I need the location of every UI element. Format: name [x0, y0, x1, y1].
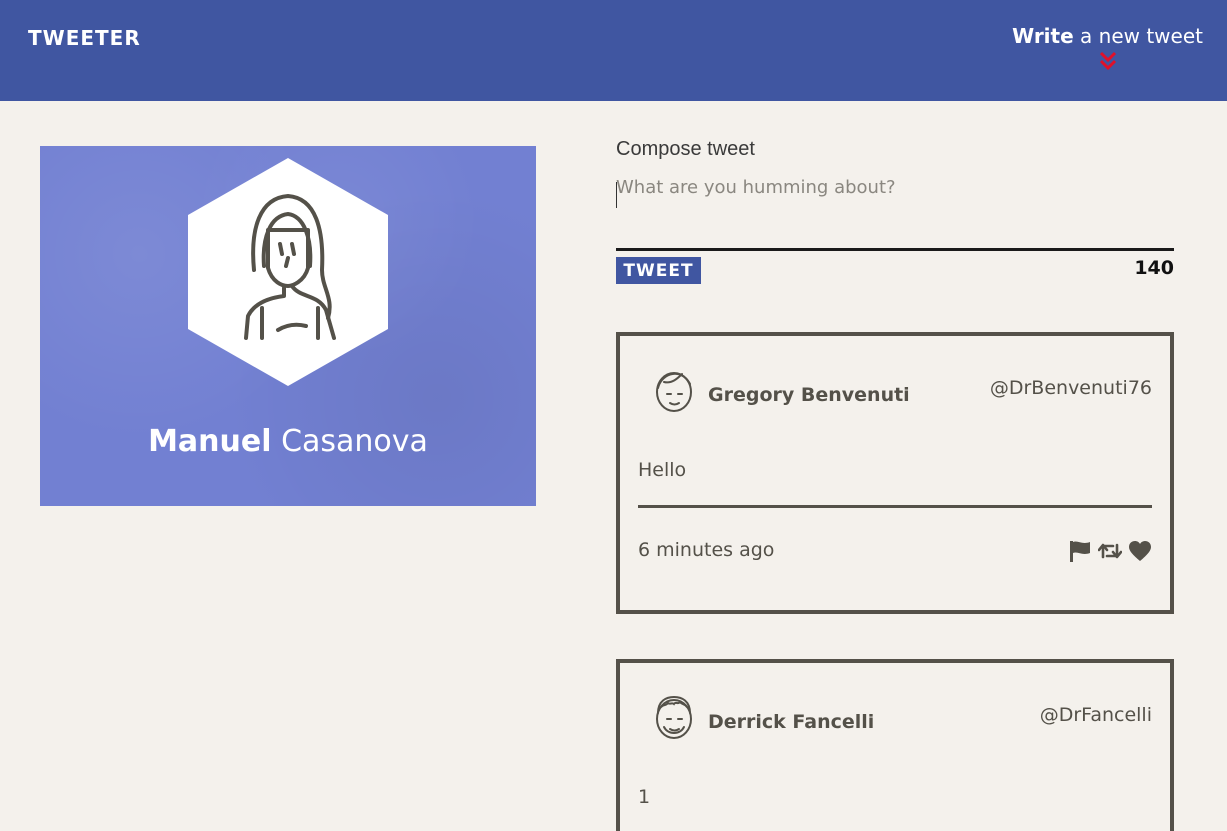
top-navbar: TWEETER Write a new tweet [0, 0, 1227, 101]
profile-avatar [188, 158, 388, 386]
user-avatar-icon [656, 695, 692, 739]
tweet-card: Derrick Fancelli @DrFancelli 1 [616, 659, 1174, 831]
tweet-author-handle[interactable]: @DrFancelli [1040, 704, 1152, 726]
tweet-content: Hello [638, 459, 687, 481]
tweet-author-name[interactable]: Derrick Fancelli [708, 711, 874, 733]
tweet-timestamp: 6 minutes ago [638, 539, 775, 561]
text-cursor [616, 182, 617, 208]
tweet-button[interactable]: TWEET [616, 257, 701, 284]
retweet-icon[interactable] [1098, 540, 1122, 562]
heart-icon[interactable] [1128, 540, 1152, 562]
char-counter: 140 [1134, 257, 1174, 279]
tweet-header: Gregory Benvenuti @DrBenvenuti76 [620, 336, 1170, 426]
write-bold-text: Write [1012, 24, 1074, 48]
chevron-double-down-icon[interactable] [1098, 50, 1118, 72]
compose-footer: TWEET 140 [616, 251, 1174, 285]
flag-icon[interactable] [1068, 540, 1092, 562]
tweet-author-name[interactable]: Gregory Benvenuti [708, 384, 910, 406]
tweet-content: 1 [638, 786, 651, 808]
profile-card: Manuel Casanova [40, 146, 536, 506]
tweet-card: Gregory Benvenuti @DrBenvenuti76 Hello 6… [616, 332, 1174, 614]
tweet-author-handle[interactable]: @DrBenvenuti76 [990, 377, 1152, 399]
tweet-divider [638, 505, 1152, 508]
compose-title: Compose tweet [616, 138, 755, 160]
write-rest-text: a new tweet [1073, 24, 1203, 48]
tweet-header: Derrick Fancelli @DrFancelli [620, 663, 1170, 753]
tweet-input[interactable] [616, 171, 1174, 251]
write-new-tweet-link[interactable]: Write a new tweet [1012, 24, 1203, 72]
app-logo[interactable]: TWEETER [28, 26, 141, 50]
profile-last-name: Casanova [271, 424, 428, 459]
profile-name: Manuel Casanova [40, 424, 536, 459]
tweet-actions [1068, 540, 1152, 562]
profile-first-name: Manuel [148, 424, 272, 459]
compose-tweet-section: Compose tweet TWEET 140 [616, 136, 1174, 285]
user-avatar-icon [656, 372, 692, 412]
